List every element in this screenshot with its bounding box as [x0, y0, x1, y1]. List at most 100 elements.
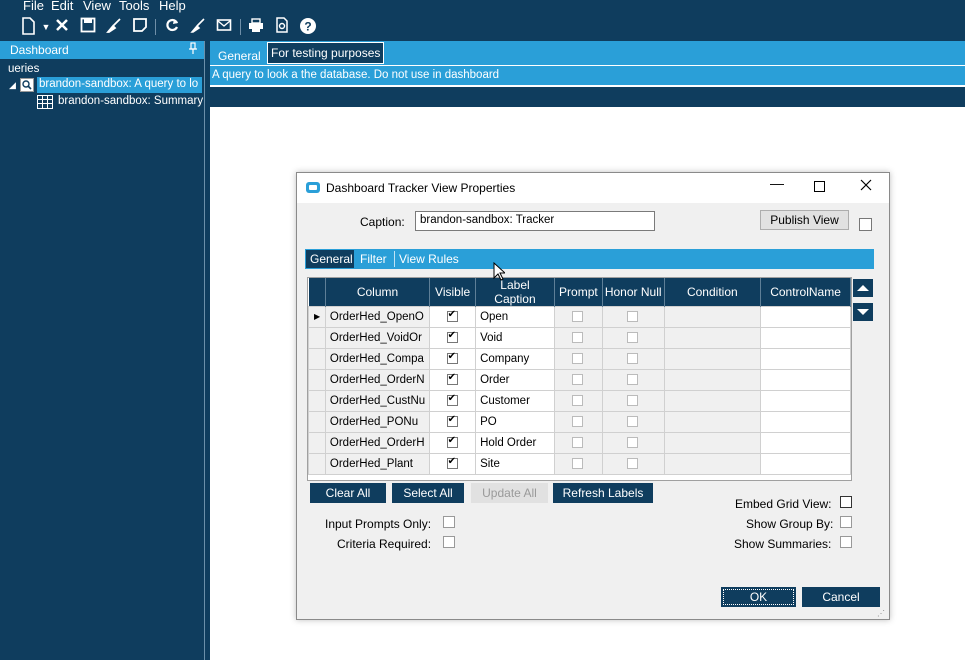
table-row[interactable]: OrderHed_OrderH Hold Order — [308, 432, 851, 454]
cell-control-name[interactable] — [760, 453, 851, 475]
row-selector[interactable] — [308, 327, 326, 349]
note-icon[interactable] — [130, 17, 150, 37]
menu-file[interactable]: File — [23, 0, 44, 13]
close-icon[interactable] — [860, 179, 872, 194]
cell-control-name[interactable] — [760, 411, 851, 433]
visible-checkbox[interactable] — [446, 309, 458, 322]
cancel-button[interactable]: Cancel — [802, 587, 880, 607]
update-all-button[interactable]: Update All — [471, 483, 548, 503]
ok-button[interactable]: OK — [721, 587, 796, 607]
row-selector[interactable] — [308, 348, 326, 370]
clear-brush-icon[interactable] — [104, 17, 124, 37]
cell-label-caption[interactable]: Company — [475, 348, 555, 370]
header-column[interactable]: Column — [325, 278, 431, 307]
cell-visible[interactable] — [429, 306, 477, 328]
delete-icon[interactable] — [52, 17, 72, 37]
cell-label-caption[interactable]: Void — [475, 327, 555, 349]
cell-label-caption[interactable]: Site — [475, 453, 555, 475]
cell-visible[interactable] — [429, 411, 477, 433]
row-selector[interactable] — [308, 411, 326, 433]
clear-filter-icon[interactable] — [188, 17, 208, 37]
tree-item-query[interactable]: brandon-sandbox: A query to lo — [37, 77, 202, 93]
dialog-tab-view-rules[interactable]: View Rules — [399, 252, 459, 266]
header-visible[interactable]: Visible — [429, 278, 477, 307]
save-icon[interactable] — [78, 17, 98, 37]
input-prompts-only-checkbox[interactable] — [443, 516, 455, 528]
select-all-button[interactable]: Select All — [392, 483, 464, 503]
criteria-required-checkbox[interactable] — [443, 536, 455, 548]
move-up-button[interactable] — [853, 279, 873, 297]
row-selector[interactable] — [308, 432, 326, 454]
header-prompt[interactable]: Prompt — [554, 278, 603, 307]
cell-label-caption[interactable]: PO — [475, 411, 555, 433]
cell-visible[interactable] — [429, 327, 477, 349]
menu-help[interactable]: Help — [159, 0, 186, 13]
row-selector[interactable] — [308, 390, 326, 412]
cell-label-caption[interactable]: Order — [475, 369, 555, 391]
header-control-name[interactable]: ControlName — [760, 278, 851, 307]
new-document-icon[interactable] — [18, 17, 38, 37]
refresh-labels-button[interactable]: Refresh Labels — [553, 483, 653, 503]
visible-checkbox[interactable] — [446, 372, 458, 385]
row-selector[interactable] — [308, 369, 326, 391]
visible-checkbox[interactable] — [446, 351, 458, 364]
cell-control-name[interactable] — [760, 306, 851, 328]
cell-control-name[interactable] — [760, 432, 851, 454]
visible-checkbox[interactable] — [446, 414, 458, 427]
table-row[interactable]: ▶OrderHed_OpenO Open — [308, 306, 851, 328]
cell-label-caption[interactable]: Hold Order — [475, 432, 555, 454]
minimize-icon[interactable]: — — [770, 175, 784, 191]
table-row[interactable]: OrderHed_Plant Site — [308, 453, 851, 475]
cell-visible[interactable] — [429, 390, 477, 412]
refresh-icon[interactable] — [162, 17, 182, 37]
collapse-arrow-icon[interactable]: ◢ — [9, 80, 16, 91]
tab-general[interactable]: General — [212, 45, 267, 66]
table-row[interactable]: OrderHed_Compa Company — [308, 348, 851, 370]
clear-all-button[interactable]: Clear All — [310, 483, 386, 503]
tree-item-summary[interactable]: brandon-sandbox: Summary — [58, 95, 203, 107]
cell-visible[interactable] — [429, 369, 477, 391]
dialog-tab-general[interactable]: General — [306, 250, 354, 268]
table-row[interactable]: OrderHed_CustNu Customer — [308, 390, 851, 412]
cell-visible[interactable] — [429, 348, 477, 370]
cell-label-caption[interactable]: Open — [475, 306, 555, 328]
panel-splitter[interactable] — [204, 41, 210, 660]
cell-visible[interactable] — [429, 453, 477, 475]
menu-view[interactable]: View — [83, 0, 111, 13]
menu-tools[interactable]: Tools — [119, 0, 149, 13]
cell-control-name[interactable] — [760, 327, 851, 349]
cell-control-name[interactable] — [760, 348, 851, 370]
cell-label-caption[interactable]: Customer — [475, 390, 555, 412]
show-summaries-checkbox[interactable] — [840, 536, 852, 548]
move-down-button[interactable] — [853, 303, 873, 321]
cell-control-name[interactable] — [760, 369, 851, 391]
cell-visible[interactable] — [429, 432, 477, 454]
publish-view-button[interactable]: Publish View — [760, 210, 849, 230]
cell-control-name[interactable] — [760, 390, 851, 412]
row-selector[interactable] — [308, 453, 326, 475]
help-icon[interactable]: ? — [298, 17, 318, 37]
pin-icon[interactable] — [188, 42, 198, 57]
maximize-icon[interactable] — [814, 181, 825, 192]
header-honor-null[interactable]: Honor Null — [602, 278, 665, 307]
print-icon[interactable] — [246, 17, 266, 37]
row-selector[interactable]: ▶ — [308, 306, 326, 328]
caption-input[interactable]: brandon-sandbox: Tracker — [415, 211, 655, 231]
table-row[interactable]: OrderHed_OrderN Order — [308, 369, 851, 391]
visible-checkbox[interactable] — [446, 435, 458, 448]
visible-checkbox[interactable] — [446, 330, 458, 343]
dialog-tab-filter[interactable]: Filter — [360, 252, 387, 266]
header-label-caption[interactable]: Label Caption — [475, 278, 555, 307]
table-row[interactable]: OrderHed_PONu PO — [308, 411, 851, 433]
table-row[interactable]: OrderHed_VoidOr Void — [308, 327, 851, 349]
visible-checkbox[interactable] — [446, 393, 458, 406]
show-group-by-checkbox[interactable] — [840, 516, 852, 528]
resize-grip-icon[interactable]: ⋰ — [877, 609, 885, 618]
visible-checkbox[interactable] — [446, 456, 458, 469]
header-condition[interactable]: Condition — [664, 278, 762, 307]
menu-edit[interactable]: Edit — [51, 0, 73, 13]
publish-checkbox[interactable] — [859, 218, 872, 231]
mail-icon[interactable] — [214, 17, 234, 37]
embed-grid-view-checkbox[interactable] — [840, 496, 852, 508]
tab-for-testing-purposes[interactable]: For testing purposes — [267, 42, 385, 64]
